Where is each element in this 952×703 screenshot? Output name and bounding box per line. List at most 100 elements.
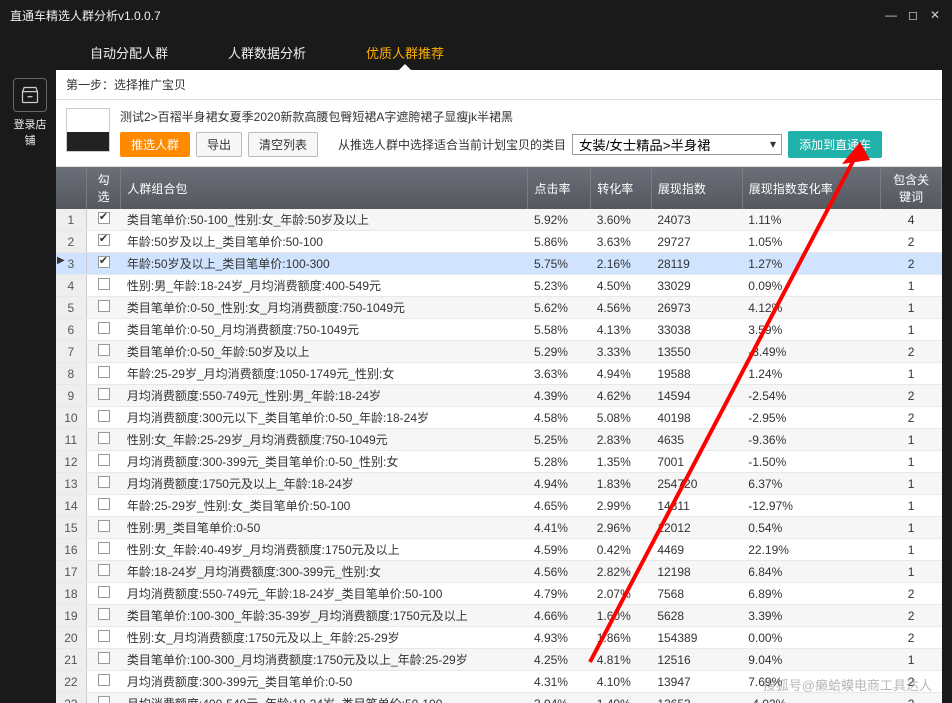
col-combo[interactable]: 人群组合包 xyxy=(121,167,528,209)
table-row[interactable]: 2年龄:50岁及以上_类目笔单价:50-1005.86%3.63%297271.… xyxy=(56,231,942,253)
tab-auto-assign[interactable]: 自动分配人群 xyxy=(60,33,198,70)
row-checkbox-cell[interactable] xyxy=(86,209,121,231)
row-checkbox-cell[interactable] xyxy=(86,297,121,319)
table-row[interactable]: 9月均消费额度:550-749元_性别:男_年龄:18-24岁4.39%4.62… xyxy=(56,385,942,407)
checkbox-icon[interactable] xyxy=(98,388,110,400)
checkbox-icon[interactable] xyxy=(98,586,110,598)
table-row[interactable]: 3年龄:50岁及以上_类目笔单价:100-3005.75%2.16%281191… xyxy=(56,253,942,275)
checkbox-icon[interactable] xyxy=(98,564,110,576)
table-row[interactable]: 19类目笔单价:100-300_年龄:35-39岁_月均消费额度:1750元及以… xyxy=(56,605,942,627)
checkbox-icon[interactable] xyxy=(98,652,110,664)
store-login-icon[interactable] xyxy=(13,78,47,112)
checkbox-icon[interactable] xyxy=(98,366,110,378)
table-row[interactable]: 6类目笔单价:0-50_月均消费额度:750-1049元5.58%4.13%33… xyxy=(56,319,942,341)
checkbox-icon[interactable] xyxy=(98,278,110,290)
checkbox-icon[interactable] xyxy=(98,234,110,246)
row-ctr: 4.59% xyxy=(528,539,591,561)
minimize-icon[interactable]: — xyxy=(884,8,898,22)
table-row[interactable]: 1类目笔单价:50-100_性别:女_年龄:50岁及以上5.92%3.60%24… xyxy=(56,209,942,231)
table-row[interactable]: 22月均消费额度:300-399元_类目笔单价:0-504.31%4.10%13… xyxy=(56,671,942,693)
table-row[interactable]: 16性别:女_年龄:40-49岁_月均消费额度:1750元及以上4.59%0.4… xyxy=(56,539,942,561)
row-combo: 月均消费额度:1750元及以上_年龄:18-24岁 xyxy=(121,473,528,495)
table-row[interactable]: 14年龄:25-29岁_性别:女_类目笔单价:50-1004.65%2.99%1… xyxy=(56,495,942,517)
checkbox-icon[interactable] xyxy=(98,256,110,268)
table-row[interactable]: 20性别:女_月均消费额度:1750元及以上_年龄:25-29岁4.93%1.8… xyxy=(56,627,942,649)
row-checkbox-cell[interactable] xyxy=(86,385,121,407)
row-checkbox-cell[interactable] xyxy=(86,671,121,693)
maximize-icon[interactable]: ◻ xyxy=(906,8,920,22)
table-row[interactable]: 4性别:男_年龄:18-24岁_月均消费额度:400-549元5.23%4.50… xyxy=(56,275,942,297)
row-checkbox-cell[interactable] xyxy=(86,473,121,495)
row-number: 22 xyxy=(56,671,86,693)
row-checkbox-cell[interactable] xyxy=(86,561,121,583)
col-ctr[interactable]: 点击率 xyxy=(528,167,591,209)
row-checkbox-cell[interactable] xyxy=(86,539,121,561)
checkbox-icon[interactable] xyxy=(98,212,110,224)
table-row[interactable]: 8年龄:25-29岁_月均消费额度:1050-1749元_性别:女3.63%4.… xyxy=(56,363,942,385)
checkbox-icon[interactable] xyxy=(98,542,110,554)
row-keywords: 2 xyxy=(881,341,942,363)
checkbox-icon[interactable] xyxy=(98,322,110,334)
row-checkbox-cell[interactable] xyxy=(86,319,121,341)
col-cvr[interactable]: 转化率 xyxy=(591,167,652,209)
row-ctr: 4.39% xyxy=(528,385,591,407)
table-row[interactable]: 13月均消费额度:1750元及以上_年龄:18-24岁4.94%1.83%254… xyxy=(56,473,942,495)
tab-quality-recommend[interactable]: 优质人群推荐 xyxy=(336,33,474,70)
data-table-wrap[interactable]: 勾选 人群组合包 点击率 转化率 展现指数 展现指数变化率 包含关键词 1类目笔… xyxy=(56,167,942,703)
row-checkbox-cell[interactable] xyxy=(86,275,121,297)
col-impr-change[interactable]: 展现指数变化率 xyxy=(742,167,881,209)
category-select[interactable] xyxy=(572,134,782,155)
row-checkbox-cell[interactable] xyxy=(86,605,121,627)
row-checkbox-cell[interactable] xyxy=(86,363,121,385)
export-button[interactable]: 导出 xyxy=(196,132,242,157)
col-keywords[interactable]: 包含关键词 xyxy=(881,167,942,209)
table-row[interactable]: 5类目笔单价:0-50_性别:女_月均消费额度:750-1049元5.62%4.… xyxy=(56,297,942,319)
checkbox-icon[interactable] xyxy=(98,344,110,356)
row-checkbox-cell[interactable] xyxy=(86,583,121,605)
checkbox-icon[interactable] xyxy=(98,630,110,642)
checkbox-icon[interactable] xyxy=(98,432,110,444)
add-to-ztc-button[interactable]: 添加到直通车 xyxy=(788,131,882,158)
clear-list-button[interactable]: 清空列表 xyxy=(248,132,318,157)
table-row[interactable]: 12月均消费额度:300-399元_类目笔单价:0-50_性别:女5.28%1.… xyxy=(56,451,942,473)
table-row[interactable]: 17年龄:18-24岁_月均消费额度:300-399元_性别:女4.56%2.8… xyxy=(56,561,942,583)
table-row[interactable]: 11性别:女_年龄:25-29岁_月均消费额度:750-1049元5.25%2.… xyxy=(56,429,942,451)
checkbox-icon[interactable] xyxy=(98,410,110,422)
row-checkbox-cell[interactable] xyxy=(86,407,121,429)
col-impr[interactable]: 展现指数 xyxy=(651,167,742,209)
checkbox-icon[interactable] xyxy=(98,608,110,620)
row-checkbox-cell[interactable] xyxy=(86,649,121,671)
row-impr-change: 0.09% xyxy=(742,275,881,297)
row-checkbox-cell[interactable] xyxy=(86,693,121,703)
table-row[interactable]: 7类目笔单价:0-50_年龄:50岁及以上5.29%3.33%13550-3.4… xyxy=(56,341,942,363)
recommend-button[interactable]: 推选人群 xyxy=(120,132,190,157)
row-checkbox-cell[interactable] xyxy=(86,253,121,275)
row-checkbox-cell[interactable] xyxy=(86,495,121,517)
row-checkbox-cell[interactable] xyxy=(86,517,121,539)
checkbox-icon[interactable] xyxy=(98,674,110,686)
table-row[interactable]: 15性别:男_类目笔单价:0-504.41%2.96%120120.54%1 xyxy=(56,517,942,539)
checkbox-icon[interactable] xyxy=(98,498,110,510)
row-checkbox-cell[interactable] xyxy=(86,231,121,253)
table-row[interactable]: 10月均消费额度:300元以下_类目笔单价:0-50_年龄:18-24岁4.58… xyxy=(56,407,942,429)
col-check[interactable]: 勾选 xyxy=(86,167,121,209)
row-checkbox-cell[interactable] xyxy=(86,451,121,473)
checkbox-icon[interactable] xyxy=(98,520,110,532)
checkbox-icon[interactable] xyxy=(98,476,110,488)
checkbox-icon[interactable] xyxy=(98,454,110,466)
table-row[interactable]: 21类目笔单价:100-300_月均消费额度:1750元及以上_年龄:25-29… xyxy=(56,649,942,671)
row-ctr: 5.23% xyxy=(528,275,591,297)
product-thumbnail[interactable] xyxy=(66,108,110,152)
row-impr-change: 6.89% xyxy=(742,583,881,605)
tab-data-analysis[interactable]: 人群数据分析 xyxy=(198,33,336,70)
close-icon[interactable]: ✕ xyxy=(928,8,942,22)
table-row[interactable]: 18月均消费额度:550-749元_年龄:18-24岁_类目笔单价:50-100… xyxy=(56,583,942,605)
checkbox-icon[interactable] xyxy=(98,300,110,312)
table-row[interactable]: 23月均消费额度:400-549元_年龄:18-24岁_类目笔单价:50-100… xyxy=(56,693,942,703)
row-checkbox-cell[interactable] xyxy=(86,429,121,451)
row-keywords: 1 xyxy=(881,495,942,517)
row-checkbox-cell[interactable] xyxy=(86,341,121,363)
row-checkbox-cell[interactable] xyxy=(86,627,121,649)
row-impr: 12198 xyxy=(651,561,742,583)
row-cvr: 3.63% xyxy=(591,231,652,253)
